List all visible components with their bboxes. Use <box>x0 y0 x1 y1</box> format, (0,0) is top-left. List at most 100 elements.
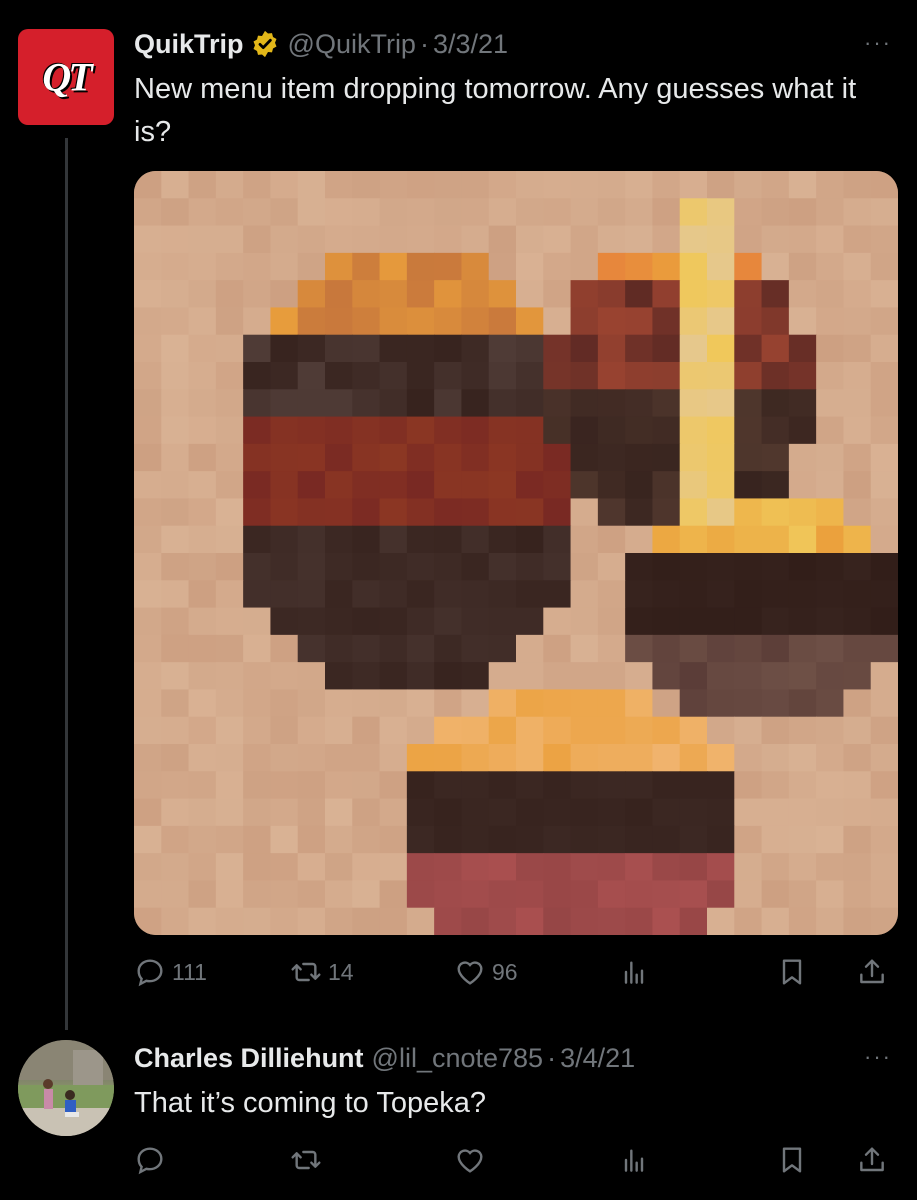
image-pixel <box>406 252 435 281</box>
image-pixel <box>788 171 817 199</box>
like-button[interactable] <box>454 1140 486 1180</box>
tweet-actions: 111 14 96 <box>134 952 894 992</box>
author-name[interactable]: QuikTrip <box>134 29 244 60</box>
tweet-date[interactable]: 3/3/21 <box>433 29 508 60</box>
image-pixel <box>297 198 326 227</box>
image-pixel <box>570 744 599 772</box>
image-pixel <box>734 580 763 609</box>
image-pixel <box>379 907 408 935</box>
image-pixel <box>161 580 190 609</box>
retweet-button[interactable] <box>290 1140 322 1180</box>
image-pixel <box>488 389 517 418</box>
tweet-date[interactable]: 3/4/21 <box>560 1043 635 1074</box>
image-pixel <box>379 252 408 281</box>
bookmark-button[interactable] <box>776 1140 808 1180</box>
image-pixel <box>679 798 708 827</box>
image-pixel <box>570 634 599 663</box>
image-pixel <box>188 334 217 363</box>
image-pixel <box>188 907 217 935</box>
image-pixel <box>761 607 790 636</box>
more-icon[interactable]: ··· <box>864 1044 892 1070</box>
avatar-quiktrip[interactable]: QT <box>18 29 114 125</box>
image-pixel <box>188 498 217 527</box>
more-icon[interactable]: ··· <box>864 30 892 56</box>
author-handle[interactable]: @lil_cnote785 <box>372 1043 544 1074</box>
image-pixel <box>406 498 435 527</box>
image-pixel <box>434 443 463 472</box>
image-pixel <box>161 798 190 827</box>
image-pixel <box>597 280 626 309</box>
views-button[interactable] <box>618 952 650 992</box>
image-pixel <box>297 171 326 199</box>
image-pixel <box>625 171 654 199</box>
image-pixel <box>597 252 626 281</box>
image-pixel <box>243 171 272 199</box>
bookmark-button[interactable] <box>776 952 808 992</box>
image-pixel <box>461 798 490 827</box>
share-button[interactable] <box>856 952 888 992</box>
reply-button[interactable]: 111 <box>134 952 207 992</box>
image-pixel <box>161 634 190 663</box>
image-pixel <box>843 853 872 882</box>
image-pixel <box>707 362 735 390</box>
author-name[interactable]: Charles Dilliehunt <box>134 1043 364 1074</box>
image-pixel <box>215 607 244 636</box>
image-pixel <box>761 689 790 718</box>
bookmark-icon <box>782 959 802 985</box>
image-pixel <box>134 525 162 554</box>
image-pixel <box>788 225 817 254</box>
image-pixel <box>597 307 626 336</box>
image-pixel <box>816 198 845 227</box>
image-pixel <box>406 825 435 854</box>
image-pixel <box>543 907 572 935</box>
image-pixel <box>597 634 626 663</box>
image-pixel <box>597 580 626 609</box>
tweet-quiktrip[interactable]: QT QuikTrip @QuikTrip · 3/3/21 ··· New m… <box>0 0 917 1030</box>
image-pixel <box>734 225 763 254</box>
image-pixel <box>625 798 654 827</box>
image-pixel <box>406 689 435 718</box>
image-pixel <box>652 634 681 663</box>
author-handle[interactable]: @QuikTrip <box>288 29 416 60</box>
like-button[interactable]: 96 <box>454 952 518 992</box>
image-pixel <box>270 471 299 500</box>
reply-button[interactable] <box>134 1140 166 1180</box>
image-pixel <box>625 225 654 254</box>
image-pixel <box>325 853 353 882</box>
image-pixel <box>161 716 190 745</box>
image-pixel <box>434 716 463 745</box>
image-pixel <box>188 171 217 199</box>
image-pixel <box>707 471 735 500</box>
image-pixel <box>161 689 190 718</box>
image-pixel <box>788 334 817 363</box>
image-pixel <box>679 389 708 418</box>
image-pixel <box>516 771 544 800</box>
image-pixel <box>597 225 626 254</box>
image-pixel <box>516 744 544 772</box>
image-pixel <box>707 553 735 581</box>
image-pixel <box>570 907 599 935</box>
image-pixel <box>325 362 353 390</box>
avatar-charles-dilliehunt[interactable] <box>18 1040 114 1136</box>
image-pixel <box>379 607 408 636</box>
tweet-reply[interactable]: Charles Dilliehunt @lil_cnote785 · 3/4/2… <box>0 1030 917 1200</box>
image-pixel <box>352 580 381 609</box>
image-pixel <box>188 280 217 309</box>
image-pixel <box>707 580 735 609</box>
image-pixel <box>843 771 872 800</box>
image-pixel <box>243 716 272 745</box>
image-pixel <box>570 280 599 309</box>
retweet-icon <box>291 962 321 982</box>
image-pixel <box>325 744 353 772</box>
image-pixel <box>788 443 817 472</box>
image-pixel <box>816 334 845 363</box>
retweet-button[interactable]: 14 <box>290 952 354 992</box>
image-pixel <box>379 689 408 718</box>
image-pixel <box>652 525 681 554</box>
tweet-image[interactable] <box>134 171 898 935</box>
image-pixel <box>379 744 408 772</box>
share-button[interactable] <box>856 1140 888 1180</box>
image-pixel <box>597 716 626 745</box>
views-button[interactable] <box>618 1140 650 1180</box>
image-pixel <box>406 744 435 772</box>
